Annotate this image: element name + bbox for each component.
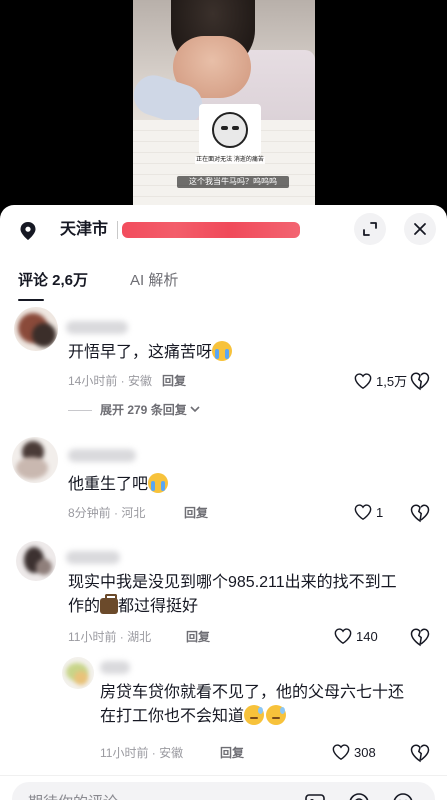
tab-bar: 评论 2,6万 AI 解析 <box>0 261 447 301</box>
comment-input-placeholder: 期待你的评论 <box>28 791 118 800</box>
like-button[interactable]: 140 <box>334 627 378 645</box>
username-redacted <box>68 449 136 462</box>
dislike-icon[interactable] <box>410 371 430 391</box>
video-player[interactable]: 正在面对无法 消逝的痛苦 这个我当牛马吗？呜呜呜 <box>0 0 447 205</box>
expand-icon <box>363 222 377 236</box>
chevron-down-icon <box>190 406 200 413</box>
dislike-icon[interactable] <box>410 743 430 763</box>
image-icon[interactable] <box>304 792 326 800</box>
comment-text-content: 他重生了吧 <box>68 476 149 493</box>
comment-text: 现实中我是没见到哪个985.211出来的找不到工 作的 都过得挺好 <box>68 571 438 619</box>
crying-emoji-icon <box>212 341 233 361</box>
reply-button[interactable]: 回复 <box>162 373 186 389</box>
username-redacted <box>66 551 120 564</box>
expand-replies-label: 展开 279 条回复 <box>100 403 187 417</box>
location-label[interactable]: 天津市 <box>60 220 108 240</box>
comment-panel: 天津市 评论 2,6万 AI 解析 开悟早了，这痛苦呀 14小时前 · 安徽 回… <box>0 205 447 800</box>
dislike-icon[interactable] <box>410 627 430 647</box>
reply-button[interactable]: 回复 <box>220 745 244 761</box>
video-subtitle: 这个我当牛马吗？呜呜呜 <box>177 176 289 188</box>
panel-header: 天津市 <box>0 205 447 251</box>
like-count: 1,5万 <box>376 374 408 389</box>
comment-text: 开悟早了，这痛苦呀 <box>68 341 233 365</box>
close-button[interactable] <box>404 213 436 245</box>
comment-line-2: 在打工你也不会知道 <box>100 705 440 729</box>
close-icon <box>414 223 426 235</box>
avatar[interactable] <box>16 541 56 581</box>
app-frame: 正在面对无法 消逝的痛苦 这个我当牛马吗？呜呜呜 天津市 评论 2,6万 AI … <box>0 0 447 800</box>
heart-icon <box>354 372 372 389</box>
like-count: 140 <box>356 628 378 644</box>
sweat-emoji-icon <box>266 705 287 725</box>
heart-icon <box>332 744 350 761</box>
comment-line-1: 房贷车贷你就看不见了，他的父母六七十还 <box>100 684 405 701</box>
tab-ai-analysis[interactable]: AI 解析 <box>130 271 178 291</box>
like-count: 308 <box>354 744 376 760</box>
crying-emoji-icon <box>148 473 169 493</box>
sweat-emoji-icon <box>244 705 265 725</box>
tab-comments[interactable]: 评论 2,6万 <box>18 271 88 291</box>
comment-line-2-start: 作的 <box>68 598 101 615</box>
heart-icon <box>354 504 372 521</box>
reply-button[interactable]: 回复 <box>186 629 210 645</box>
briefcase-emoji-icon <box>100 594 119 614</box>
comment-time: 11小时前 · 安徽 <box>100 746 184 760</box>
meme-sticker <box>199 104 261 156</box>
expand-divider <box>68 410 92 411</box>
comment-time: 8分钟前 · 河北 <box>68 506 146 520</box>
avatar[interactable] <box>12 437 58 483</box>
comment-text: 房贷车贷你就看不见了，他的父母六七十还 在打工你也不会知道 <box>100 681 440 729</box>
like-button[interactable]: 308 <box>332 743 376 761</box>
comment-time: 11小时前 · 湖北 <box>68 630 152 644</box>
comment-text: 他重生了吧 <box>68 473 169 497</box>
meme-caption: 正在面对无法 消逝的痛苦 <box>195 157 265 164</box>
comment-line-2-end: 都过得挺好 <box>118 598 199 615</box>
dislike-icon[interactable] <box>410 503 430 523</box>
username-redacted <box>66 321 128 334</box>
like-count: 1 <box>376 504 384 520</box>
comment-input[interactable]: 期待你的评论 <box>12 782 435 800</box>
video-frame[interactable]: 正在面对无法 消逝的痛苦 这个我当牛马吗？呜呜呜 <box>133 0 315 205</box>
active-tab-indicator <box>18 299 44 301</box>
emoji-icon[interactable] <box>392 792 414 800</box>
expand-replies-button[interactable]: 展开 279 条回复 <box>100 402 200 418</box>
comment-text-content: 开悟早了，这痛苦呀 <box>68 344 213 361</box>
like-button[interactable]: 1 <box>354 503 383 521</box>
comment-line-1: 现实中我是没见到哪个985.211出来的找不到工 <box>68 574 397 591</box>
expand-button[interactable] <box>354 213 386 245</box>
username-redacted <box>100 661 130 674</box>
comment-input-bar: 期待你的评论 <box>0 775 447 800</box>
location-pin-icon <box>20 222 36 240</box>
crying-meme-icon <box>212 112 248 148</box>
avatar[interactable] <box>14 307 58 351</box>
comment-line-2: 作的 都过得挺好 <box>68 594 438 619</box>
mention-icon[interactable] <box>348 792 370 800</box>
comment-line-2-text: 在打工你也不会知道 <box>100 708 245 725</box>
avatar[interactable] <box>62 657 94 689</box>
header-divider <box>117 221 118 239</box>
like-button[interactable]: 1,5万 <box>354 371 407 390</box>
reply-button[interactable]: 回复 <box>184 505 208 521</box>
comment-time: 14小时前 · 安徽 <box>68 374 153 388</box>
heart-icon <box>334 628 352 645</box>
redacted-title <box>122 222 300 238</box>
